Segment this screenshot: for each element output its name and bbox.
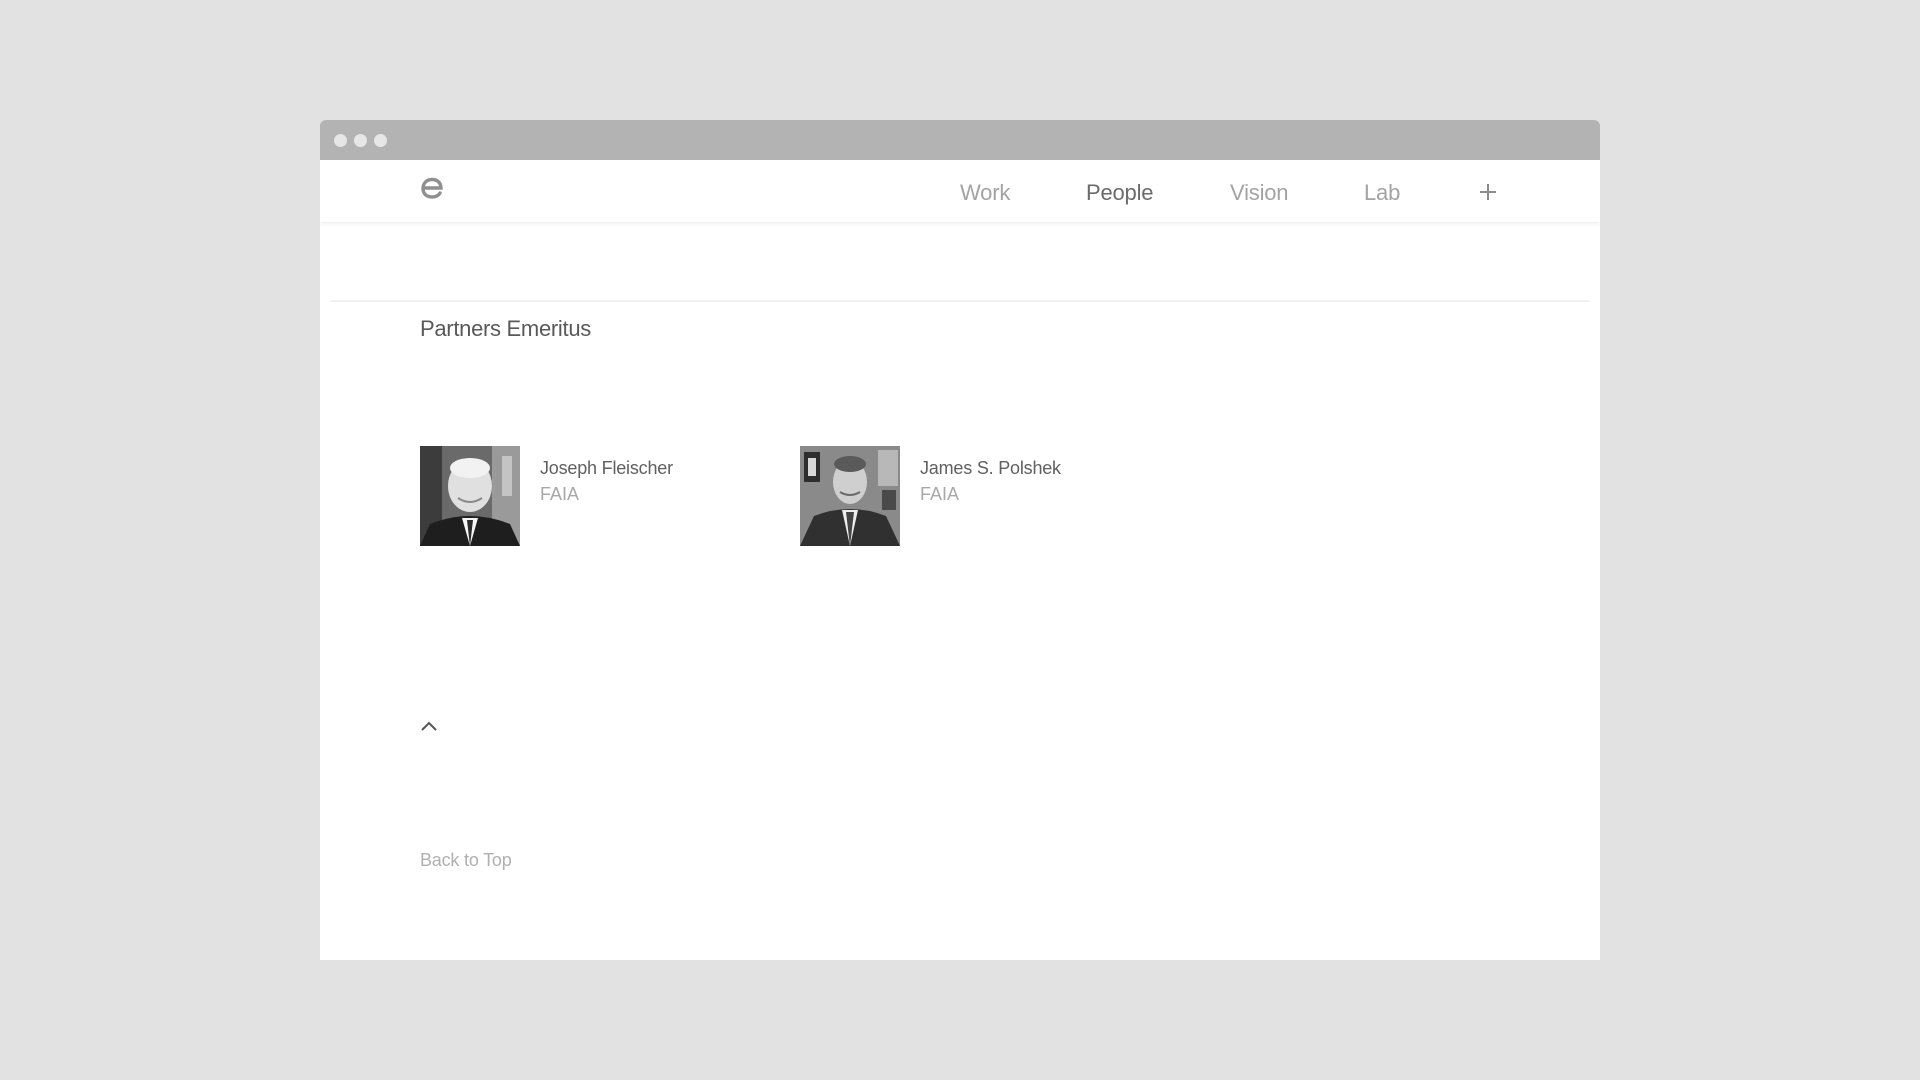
section-title: Partners Emeritus bbox=[420, 316, 591, 341]
plus-icon[interactable] bbox=[1478, 182, 1498, 202]
window-minimize-dot[interactable] bbox=[354, 134, 367, 147]
person-card[interactable]: Joseph Fleischer FAIA bbox=[420, 446, 780, 546]
person-title: FAIA bbox=[540, 484, 580, 504]
person-name[interactable]: James S. Polshek bbox=[920, 458, 1061, 479]
window-titlebar bbox=[320, 120, 1600, 160]
nav-work[interactable]: Work bbox=[960, 160, 1010, 222]
site-header: Work People Vision Lab bbox=[320, 160, 1600, 222]
portrait-photo[interactable] bbox=[420, 446, 520, 546]
portrait-photo[interactable] bbox=[800, 446, 900, 546]
window-close-dot[interactable] bbox=[334, 134, 347, 147]
browser-window: Work People Vision Lab Partners Emeritus bbox=[320, 120, 1600, 960]
section-divider bbox=[330, 300, 1590, 302]
nav-people[interactable]: People bbox=[1086, 160, 1154, 222]
nav-vision[interactable]: Vision bbox=[1230, 160, 1289, 222]
person-title: FAIA bbox=[920, 484, 960, 504]
nav-lab[interactable]: Lab bbox=[1364, 160, 1400, 222]
window-maximize-dot[interactable] bbox=[374, 134, 387, 147]
chevron-up-icon[interactable] bbox=[420, 718, 438, 736]
e-logo-icon[interactable] bbox=[419, 172, 445, 202]
back-to-top-link[interactable]: Back to Top bbox=[420, 850, 512, 871]
person-card[interactable]: James S. Polshek FAIA bbox=[800, 446, 1160, 546]
person-name[interactable]: Joseph Fleischer bbox=[540, 458, 673, 479]
